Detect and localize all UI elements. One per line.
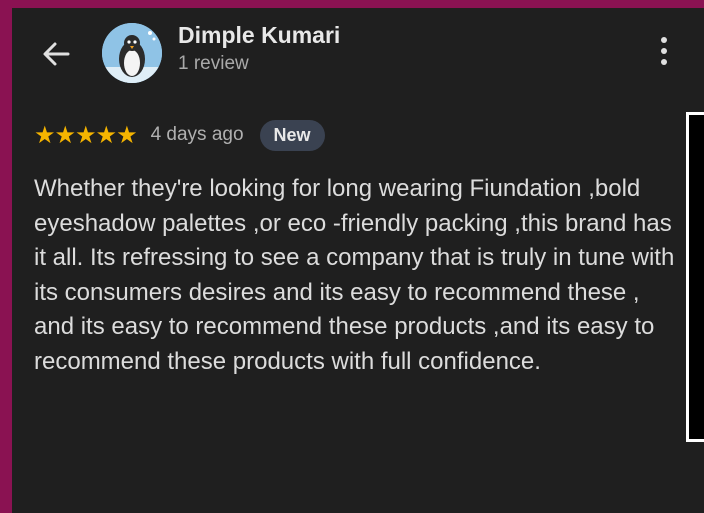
new-badge: New <box>259 119 325 151</box>
back-button[interactable] <box>38 36 74 72</box>
review-count: 1 review <box>178 53 249 74</box>
reviewer-name[interactable]: Dimple Kumari <box>178 22 340 49</box>
review-text: Whether they're looking for long wearing… <box>34 175 675 375</box>
review-screen: Dimple Kumari 1 review ★★★★★ 4 days ago … <box>12 8 704 513</box>
review-age: 4 days ago <box>150 124 244 145</box>
avatar[interactable] <box>102 23 162 83</box>
more-vert-icon <box>661 37 667 43</box>
overlay-box <box>686 112 704 442</box>
penguin-avatar <box>102 23 162 83</box>
arrow-back-icon <box>43 42 70 66</box>
more-options-button[interactable] <box>652 34 676 74</box>
star-rating: ★★★★★ <box>34 121 138 149</box>
rating-row: ★★★★★ 4 days ago New <box>34 119 325 151</box>
